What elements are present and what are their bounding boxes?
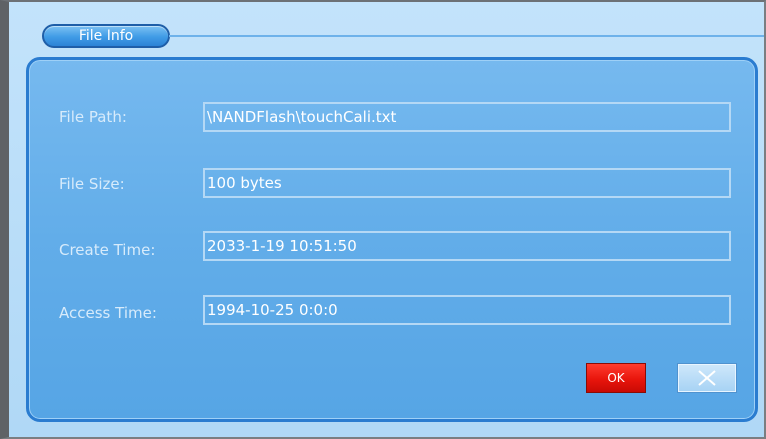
dialog-title: File Info [42,24,170,48]
create-time-field[interactable] [203,231,731,261]
access-time-field[interactable] [203,295,731,325]
file-info-dialog: File Info File Path: File Size: Create T… [0,0,766,439]
close-icon [698,370,716,386]
file-path-label: File Path: [59,108,127,126]
file-size-label: File Size: [59,175,125,193]
title-divider [169,35,764,37]
close-button[interactable] [677,363,737,393]
access-time-label: Access Time: [59,304,157,322]
ok-button[interactable]: OK [586,363,646,393]
create-time-label: Create Time: [59,241,156,259]
file-size-field[interactable] [203,168,731,198]
file-path-field[interactable] [203,102,731,132]
file-info-panel: File Path: File Size: Create Time: Acces… [26,57,758,422]
